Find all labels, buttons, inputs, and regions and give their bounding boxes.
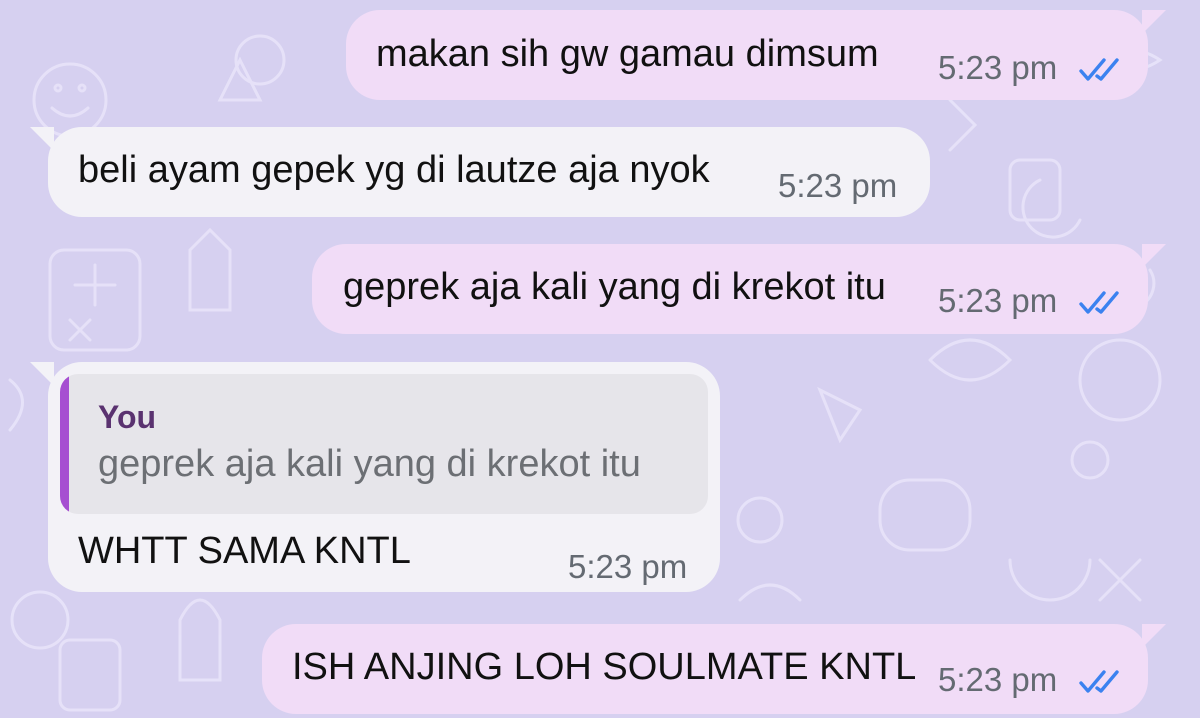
- message-text: WHTT SAMA KNTL: [78, 530, 411, 572]
- double-check-read-icon: [1079, 58, 1119, 81]
- quote-author: You: [98, 399, 157, 435]
- message-text: beli ayam gepek yg di lautze aja nyok: [78, 149, 710, 191]
- quote-accent-bar: [60, 374, 69, 514]
- chat-wallpaper: [8, 34, 1163, 712]
- bubble-tail: [30, 362, 54, 386]
- bubble-tail: [1142, 624, 1166, 648]
- message-outgoing-3[interactable]: ISH ANJING LOH SOULMATE KNTL 5:23 pm: [262, 624, 1166, 714]
- message-incoming-reply[interactable]: You geprek aja kali yang di krekot itu W…: [30, 362, 720, 592]
- message-outgoing-2[interactable]: geprek aja kali yang di krekot itu 5:23 …: [312, 244, 1166, 334]
- double-check-read-icon: [1079, 670, 1119, 693]
- quoted-message[interactable]: You geprek aja kali yang di krekot itu: [60, 374, 708, 514]
- message-time: 5:23 pm: [568, 548, 688, 585]
- message-time: 5:23 pm: [938, 49, 1058, 86]
- bubble-tail: [30, 127, 54, 151]
- message-text: makan sih gw gamau dimsum: [376, 33, 879, 75]
- message-text: ISH ANJING LOH SOULMATE KNTL: [292, 646, 917, 688]
- message-outgoing-1[interactable]: makan sih gw gamau dimsum 5:23 pm: [346, 10, 1166, 100]
- double-check-read-icon: [1079, 291, 1119, 314]
- message-text: geprek aja kali yang di krekot itu: [343, 266, 886, 308]
- bubble-tail: [1142, 244, 1166, 268]
- message-time: 5:23 pm: [938, 282, 1058, 319]
- message-time: 5:23 pm: [778, 167, 898, 204]
- bubble-tail: [1142, 10, 1166, 34]
- message-incoming-1[interactable]: beli ayam gepek yg di lautze aja nyok 5:…: [30, 127, 930, 217]
- quote-text: geprek aja kali yang di krekot itu: [98, 443, 641, 485]
- message-time: 5:23 pm: [938, 661, 1058, 698]
